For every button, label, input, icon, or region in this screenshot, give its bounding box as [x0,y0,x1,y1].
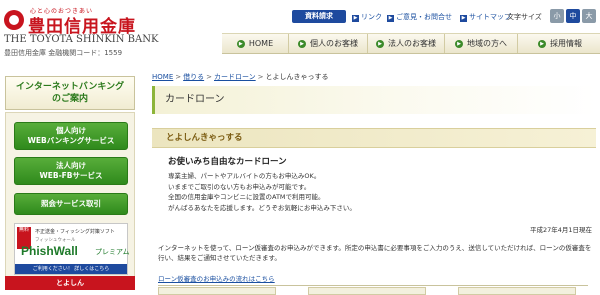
font-size-medium-button[interactable]: 中 [566,9,580,23]
sidebar: インターネットバンキング のご案内 個人向け WEBバンキングサービス 法人向け… [5,76,137,292]
phishwall-brand: PhishWall [21,244,78,258]
personal-web-banking-button[interactable]: 個人向け WEBバンキングサービス [14,122,128,150]
arrow-right-icon: ▶ [387,15,394,22]
lower-content-tabs [158,285,588,295]
heading-line-1: インターネットバンキング [15,82,125,92]
font-size-label: 文字サイズ [507,13,542,21]
links-label: リンク [361,13,382,21]
contact-label: ご意見・お問合せ [396,13,452,21]
nav-dot-icon: ▶ [376,39,384,48]
nav-corporate-label: 法人のお客様 [388,39,436,48]
banner-subtitle: 不正送金・フィッシング対策ソフト [35,229,115,235]
heading-line-2: のご案内 [51,94,88,104]
corporate-web-fb-button[interactable]: 法人向け WEB-FBサービス [14,157,128,185]
nav-dot-icon: ▶ [236,39,245,48]
product-lead: お使いみち自由なカードローン [168,157,287,167]
description-line: 専業主婦、パートやアルバイトの方もお申込みOK。 [168,172,321,180]
lower-tab[interactable] [158,287,276,295]
nav-dot-icon: ▶ [298,39,306,48]
toyoshin-banner[interactable]: とよしん [5,276,135,290]
utility-bar: 資料請求 ▶ リンク ▶ ご意見・お問合せ ▶ サイトマップ 文字サイズ 小 中 大 [292,9,598,25]
banner-kana: フィッシュウォール [35,238,76,243]
nav-personal[interactable]: ▶ 個人のお客様 [289,34,368,53]
phishwall-banner[interactable]: 無料 不正送金・フィッシング対策ソフト フィッシュウォール PhishWall … [14,223,130,275]
description-line: いままでご取引のない方もお申込みが可能です。 [168,182,311,191]
contact-link[interactable]: ▶ ご意見・お問合せ [387,12,452,22]
phishwall-premium: プレミアム [95,248,130,256]
online-application-note: インターネットを使って、ローン仮審査のお申込みができます。所定の申込書に必要事項… [158,244,592,262]
breadcrumb-borrow[interactable]: 借りる [183,73,204,81]
bank-name-en: THE TOYOTA SHINKIN BANK [4,34,159,45]
nav-home-label: HOME [248,39,274,48]
breadcrumb: HOME > 借りる > カードローン > とよしんきゃっする [152,72,329,82]
sitemap-label: サイトマップ [469,13,511,21]
arrow-right-icon: ▶ [460,15,467,22]
application-flow-link[interactable]: ローン仮審査のお申込みの流れはこちら [158,273,275,283]
nav-dot-icon: ▶ [455,39,463,48]
font-size-small-button[interactable]: 小 [550,9,564,23]
nav-recruit-label: 採用情報 [550,39,582,48]
banner-cta: ご利用ください！ 詳しくはこちら [15,264,127,274]
bank-logo[interactable]: 心と心のおつきあい 豊田信用金庫 THE TOYOTA SHINKIN BANK… [4,4,224,60]
description-line: がんばるあなたを応援します。どうぞお気軽にお申込み下さい。 [168,203,356,212]
breadcrumb-current: とよしんきゃっする [265,73,329,81]
sitemap-link[interactable]: ▶ サイトマップ [460,12,511,22]
product-description: 専業主婦、パートやアルバイトの方もお申込みOK。 いままでご取引のない方もお申込… [168,171,588,213]
logo-mark-icon [4,10,24,30]
section-heading: とよしんきゃっする [152,128,596,148]
bank-code: 豊田信用金庫 金融機関コード：1559 [4,49,123,57]
request-materials-button[interactable]: 資料請求 [292,10,346,23]
breadcrumb-separator: > [257,73,264,81]
links-link[interactable]: ▶ リンク [352,12,382,22]
breadcrumb-separator: > [206,73,212,81]
internet-banking-panel: 個人向け WEBバンキングサービス 法人向け WEB-FBサービス 照会サービス… [5,112,135,284]
nav-corporate[interactable]: ▶ 法人のお客様 [368,34,445,53]
global-navigation: ▶ HOME ▶ 個人のお客様 ▶ 法人のお客様 ▶ 地域の方へ ▶ 採用情報 [222,33,600,54]
breadcrumb-card-loan[interactable]: カードローン [214,73,256,81]
lower-tab[interactable] [458,287,576,295]
internet-banking-heading: インターネットバンキング のご案内 [5,76,135,110]
nav-recruit[interactable]: ▶ 採用情報 [518,34,600,53]
as-of-date: 平成27年4月1日現在 [529,226,592,234]
button-line-2: WEBバンキングサービス [27,136,115,145]
nav-community[interactable]: ▶ 地域の方へ [445,34,518,53]
lower-tab[interactable] [308,287,426,295]
button-line-1: 個人向け [56,126,86,135]
nav-dot-icon: ▶ [538,39,546,48]
font-size-large-button[interactable]: 大 [582,9,596,23]
nav-home[interactable]: ▶ HOME [222,34,289,53]
arrow-right-icon: ▶ [352,15,359,22]
inquiry-service-button[interactable]: 照会サービス取引 [14,193,128,215]
button-line-1: 法人向け [56,161,86,170]
breadcrumb-separator: > [175,73,182,81]
site-header: 心と心のおつきあい 豊田信用金庫 THE TOYOTA SHINKIN BANK… [0,0,600,62]
page-title: カードローン [152,86,596,114]
breadcrumb-home[interactable]: HOME [152,73,173,81]
description-line: 全国の信用金庫やコンビニに設置のATMで利用可能。 [168,193,325,201]
nav-personal-label: 個人のお客様 [310,39,358,48]
main-content: HOME > 借りる > カードローン > とよしんきゃっする カードローン とよしんきゃっ… [152,72,596,295]
button-line-2: WEB-FBサービス [39,171,103,180]
button-line-1: 照会サービス取引 [41,199,101,208]
nav-community-label: 地域の方へ [467,39,507,48]
